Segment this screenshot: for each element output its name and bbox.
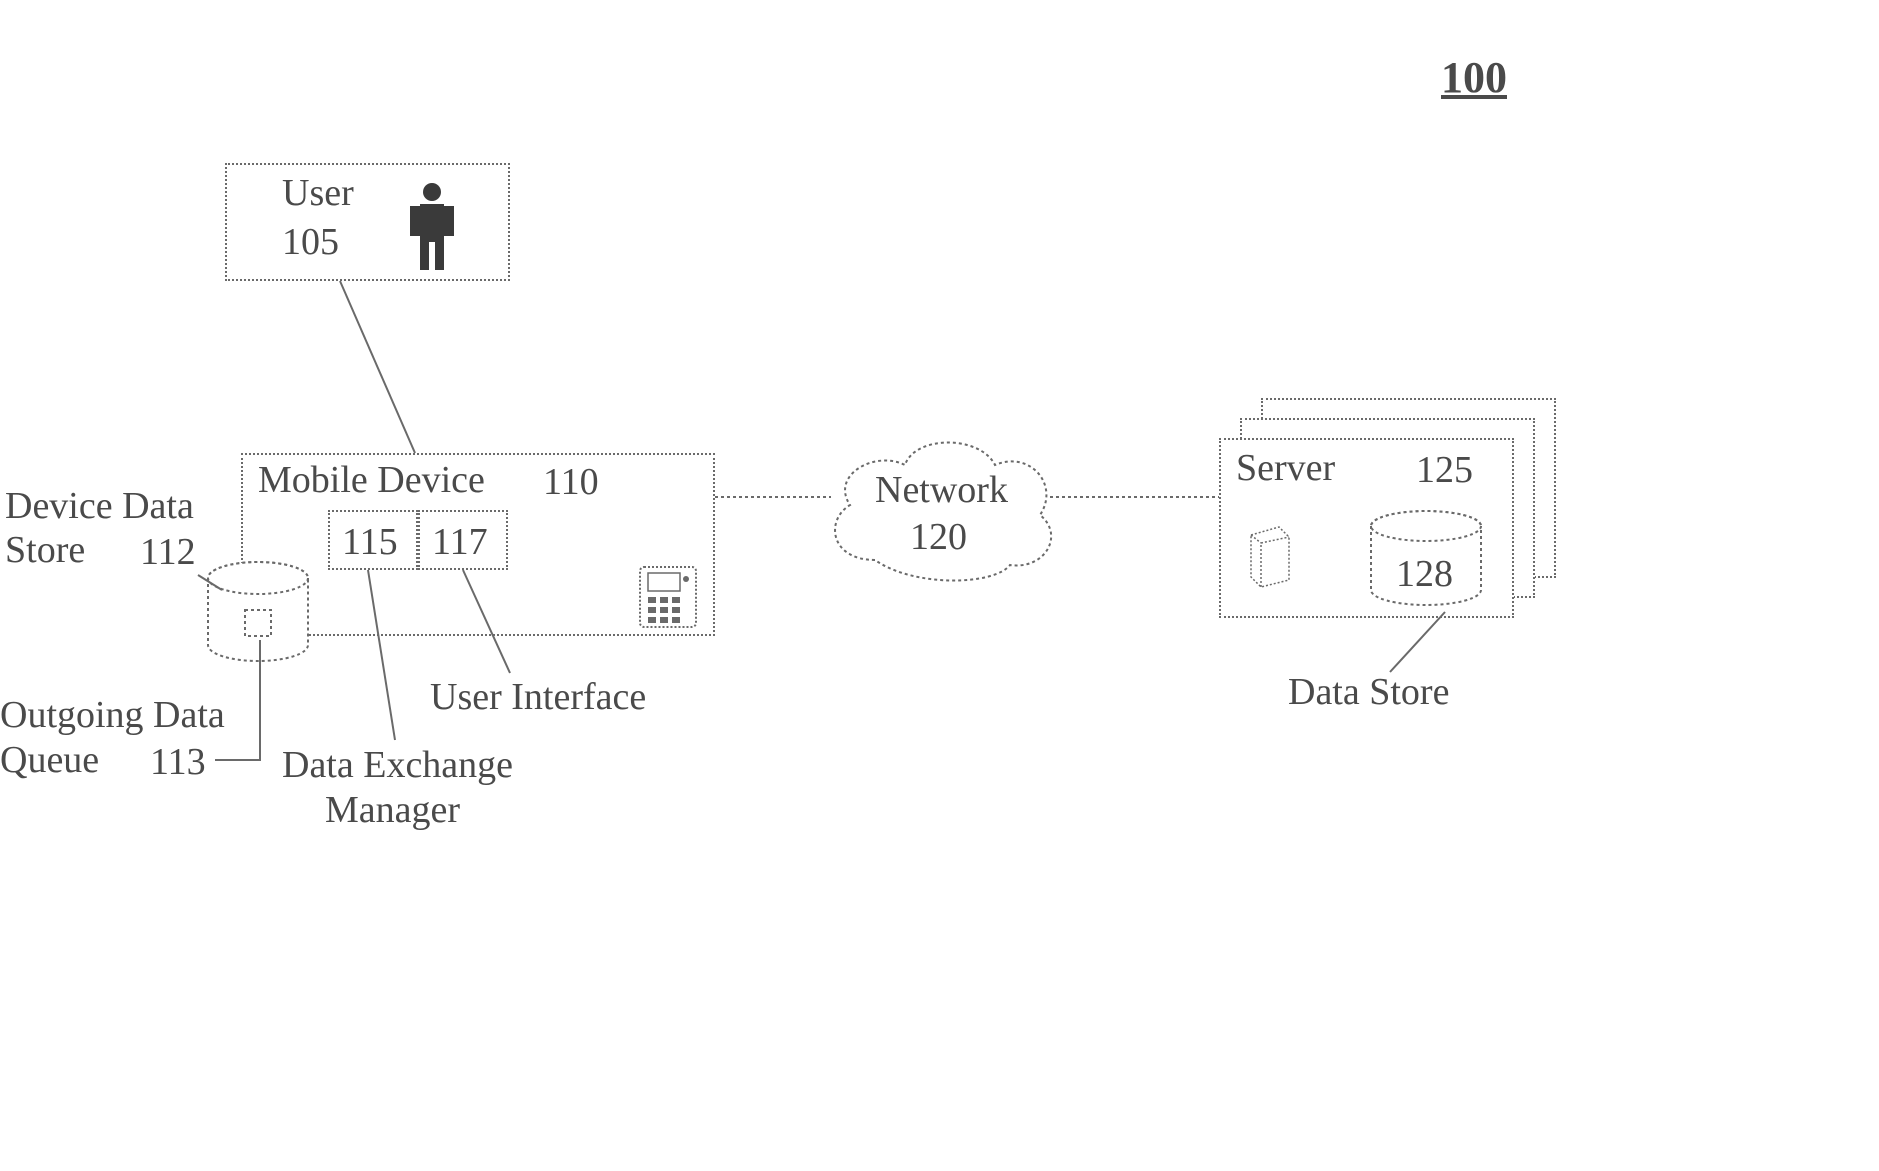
leader-data-store xyxy=(0,0,1879,1171)
data-store-label: Data Store xyxy=(1288,672,1449,714)
diagram-canvas: 100 User 105 Mobile Device 110 115 117 xyxy=(0,0,1879,1171)
